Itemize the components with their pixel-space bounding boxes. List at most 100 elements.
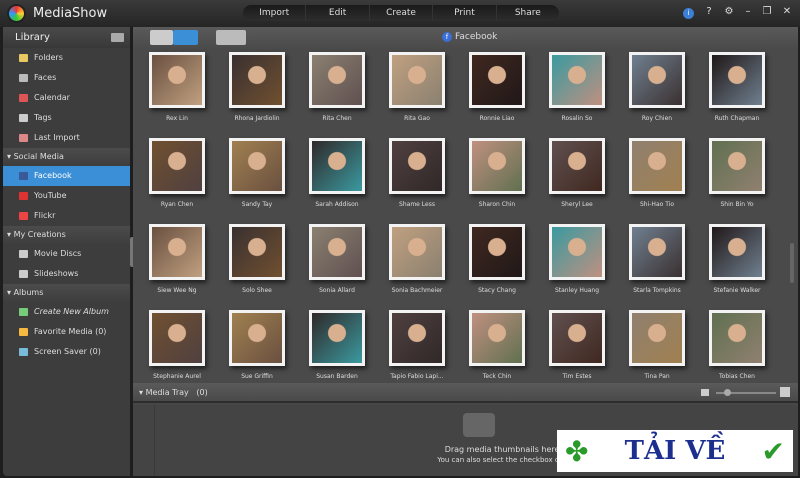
person-thumbnail[interactable]: Sheryl Lee (537, 135, 617, 221)
sidebar-item-icon (19, 270, 28, 278)
help-icon[interactable]: ? (702, 6, 716, 17)
section-label: My Creations (13, 230, 66, 239)
restore-icon[interactable]: ❐ (760, 6, 774, 17)
person-thumbnail[interactable]: Sue Griffin (217, 307, 297, 383)
person-thumbnail[interactable]: Tapio Fabio Lapi... (377, 307, 457, 383)
person-thumbnail[interactable]: Rhona Jardiolin (217, 49, 297, 135)
section-albums[interactable]: ▾ Albums (3, 284, 130, 302)
grid-scrollbar[interactable] (789, 53, 795, 383)
sidebar-item-facebook[interactable]: Facebook (3, 166, 130, 186)
person-thumbnail[interactable]: Solo Shee (217, 221, 297, 307)
person-thumbnail[interactable]: Sonia Allard (297, 221, 377, 307)
toolbar: f Facebook (133, 27, 798, 49)
person-thumbnail[interactable]: Ruth Chapman (697, 49, 777, 135)
person-photo (309, 224, 365, 280)
sidebar-item-label: Screen Saver (0) (34, 347, 101, 356)
tray-toggle[interactable]: ▾ Media Tray (0) (139, 388, 208, 397)
person-name: Ryan Chen (160, 201, 194, 208)
person-thumbnail[interactable]: Sharon Chin (457, 135, 537, 221)
zoom-slider[interactable] (716, 389, 776, 396)
media-filter-dropdown[interactable] (216, 30, 246, 45)
section-social-media[interactable]: ▾ Social Media (3, 148, 130, 166)
sidebar-item-youtube[interactable]: YouTube (3, 186, 130, 206)
person-thumbnail[interactable]: Tim Estes (537, 307, 617, 383)
sidebar-item-last-import[interactable]: Last Import (3, 128, 130, 148)
person-thumbnail[interactable]: Sonia Bachmeier (377, 221, 457, 307)
menu-edit[interactable]: Edit (306, 5, 370, 21)
person-thumbnail[interactable]: Rosalin So (537, 49, 617, 135)
menu-import[interactable]: Import (243, 5, 307, 21)
person-photo (469, 138, 525, 194)
person-thumbnail[interactable]: Tina Pan (617, 307, 697, 383)
person-name: Sandy Tay (241, 201, 273, 208)
sidebar-item-label: Create New Album (34, 307, 109, 316)
person-thumbnail[interactable]: Ronnie Liao (457, 49, 537, 135)
person-photo (469, 310, 525, 366)
person-thumbnail[interactable]: Rita Chen (297, 49, 377, 135)
person-name: Rhona Jardiolin (234, 115, 280, 122)
title-bar: MediaShow Import Edit Create Print Share… (0, 0, 800, 27)
person-thumbnail[interactable]: Stephanie Aurel (137, 307, 217, 383)
person-thumbnail[interactable]: Rex Lin (137, 49, 217, 135)
person-name: Teck Chin (482, 373, 512, 380)
section-label: Social Media (13, 152, 64, 161)
sidebar-item-tags[interactable]: Tags (3, 108, 130, 128)
person-thumbnail[interactable]: Susan Barden (297, 307, 377, 383)
person-thumbnail[interactable]: Ryan Chen (137, 135, 217, 221)
sidebar-item-calendar[interactable]: Calendar (3, 88, 130, 108)
person-thumbnail[interactable]: Stefanie Walker (697, 221, 777, 307)
person-name: Rex Lin (166, 115, 188, 122)
small-thumb-icon[interactable] (701, 389, 709, 396)
sidebar-item-icon (19, 54, 28, 62)
person-thumbnail[interactable]: Sarah Addison (297, 135, 377, 221)
single-person-view-button[interactable] (150, 30, 173, 45)
person-name: Sue Griffin (241, 373, 273, 380)
person-thumbnail[interactable]: Starla Tompkins (617, 221, 697, 307)
sidebar-item-icon (19, 192, 28, 200)
person-thumbnail[interactable]: Roy Chien (617, 49, 697, 135)
section-my-creations[interactable]: ▾ My Creations (3, 226, 130, 244)
person-name: Tobias Chen (719, 373, 755, 380)
person-thumbnail[interactable]: Sandy Tay (217, 135, 297, 221)
minimize-icon[interactable]: – (741, 6, 755, 17)
sidebar-item-faces[interactable]: Faces (3, 68, 130, 88)
sidebar-item-movie-discs[interactable]: Movie Discs (3, 244, 130, 264)
sidebar-item-folders[interactable]: Folders (3, 48, 130, 68)
sidebar-item-flickr[interactable]: Flickr (3, 206, 130, 226)
person-photo (149, 310, 205, 366)
person-thumbnail[interactable]: Rita Gao (377, 49, 457, 135)
section-label: Albums (13, 288, 44, 297)
person-thumbnail[interactable]: Tobias Chen (697, 307, 777, 383)
people-view-button[interactable] (173, 30, 198, 45)
info-icon[interactable]: i (683, 8, 694, 19)
sidebar-item-label: Favorite Media (0) (34, 327, 107, 336)
settings-gear-icon[interactable]: ⚙ (722, 6, 736, 17)
library-view-icon[interactable] (111, 33, 124, 42)
sidebar-item-label: Movie Discs (34, 249, 82, 258)
person-thumbnail[interactable]: Stanley Huang (537, 221, 617, 307)
sidebar-item-screen-saver[interactable]: Screen Saver (0) (3, 342, 130, 362)
sidebar-item-slideshows[interactable]: Slideshows (3, 264, 130, 284)
menu-share[interactable]: Share (497, 5, 559, 21)
sidebar-item-create-new-album[interactable]: Create New Album (3, 302, 130, 322)
person-photo (389, 224, 445, 280)
person-photo (149, 52, 205, 108)
person-thumbnail[interactable]: Shi-Hao Tio (617, 135, 697, 221)
person-photo (469, 224, 525, 280)
person-photo (389, 52, 445, 108)
sidebar-item-label: Flickr (34, 211, 56, 220)
person-thumbnail[interactable]: Shame Less (377, 135, 457, 221)
person-photo (629, 224, 685, 280)
menu-print[interactable]: Print (433, 5, 497, 21)
app-logo-icon (7, 4, 26, 23)
sidebar-item-label: YouTube (34, 191, 67, 200)
close-icon[interactable]: ✕ (780, 6, 794, 17)
person-thumbnail[interactable]: Stacy Chang (457, 221, 537, 307)
person-thumbnail[interactable]: Shin Bin Yo (697, 135, 777, 221)
sidebar-item-favorite-media[interactable]: Favorite Media (0) (3, 322, 130, 342)
person-thumbnail[interactable]: Teck Chin (457, 307, 537, 383)
large-thumb-icon[interactable] (780, 387, 790, 397)
sidebar-item-label: Folders (34, 53, 63, 62)
menu-create[interactable]: Create (370, 5, 434, 21)
person-thumbnail[interactable]: Siew Wee Ng (137, 221, 217, 307)
